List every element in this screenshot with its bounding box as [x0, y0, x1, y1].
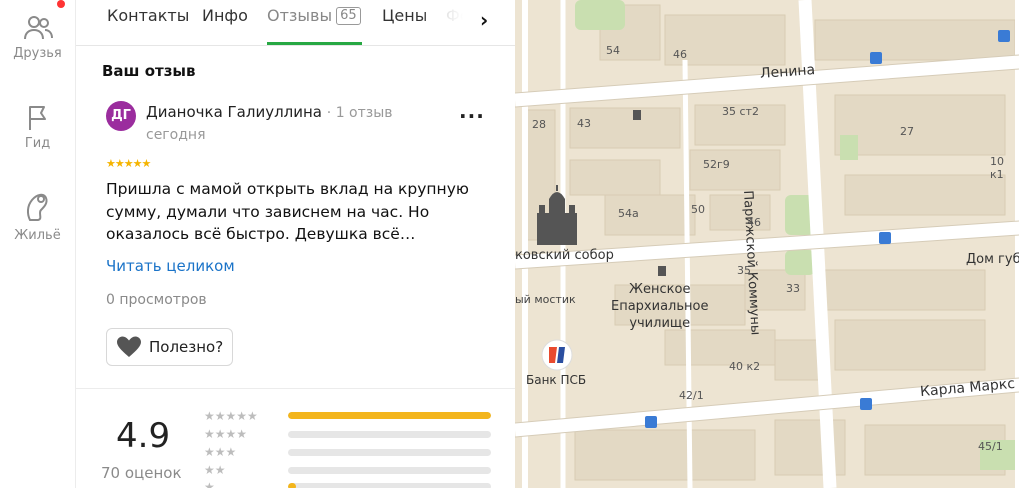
heart-icon	[116, 335, 142, 363]
housing-icon	[0, 190, 75, 224]
map-number: 54а	[618, 207, 639, 220]
divider	[76, 388, 515, 389]
dist-stars-4: ★★★★	[204, 427, 248, 441]
map-number: 42/1	[679, 389, 704, 402]
tab-bar: Контакты Инфо Отзывы65 Цены Фо ›	[76, 0, 515, 46]
notification-dot	[57, 0, 65, 8]
map-label-dom: Дом губ	[966, 252, 1019, 267]
dist-bar	[288, 431, 491, 438]
map-number: 27	[900, 125, 914, 138]
review-stars: ★★★★★	[106, 157, 151, 170]
map-number: 10 к1	[990, 155, 1004, 181]
rail-item-label: Жильё	[14, 228, 61, 243]
rail-item-label: Гид	[24, 136, 51, 151]
map-number: 28	[532, 118, 546, 131]
tab-count-badge: 65	[336, 7, 361, 25]
dist-bar-fill	[288, 412, 491, 419]
dist-bar	[288, 449, 491, 456]
useful-label: Полезно?	[149, 338, 224, 356]
author-review-count: · 1 отзыв	[326, 105, 393, 121]
map-number: 33	[786, 282, 800, 295]
rail-item-guide[interactable]: Гид	[0, 104, 75, 151]
active-tab-underline	[267, 42, 362, 45]
map[interactable]: Ленина Парижской Коммуны Карла Маркс ков…	[515, 0, 1019, 488]
tabs-next-arrow-icon[interactable]: ›	[480, 8, 488, 32]
org-panel: Контакты Инфо Отзывы65 Цены Фо › Ваш отз…	[76, 0, 515, 488]
dist-stars-2: ★★	[204, 463, 226, 477]
dist-stars-3: ★★★	[204, 445, 237, 459]
dist-stars-5: ★★★★★	[204, 409, 258, 423]
dist-bar	[288, 483, 491, 488]
map-number: 46	[747, 216, 761, 229]
rail-item-label: Друзья	[13, 46, 62, 61]
rail-item-housing[interactable]: Жильё	[0, 190, 75, 243]
avatar[interactable]: ДГ	[106, 101, 136, 131]
map-number: 45/1	[978, 440, 1003, 453]
review-text: Пришла с мамой открыть вклад на крупную …	[106, 180, 469, 243]
read-more-link[interactable]: Читать целиком	[106, 257, 235, 275]
dist-stars-1: ★	[204, 480, 215, 488]
tab-info[interactable]: Инфо	[202, 6, 248, 25]
dist-bar	[288, 412, 491, 419]
tab-label: Отзывы	[267, 6, 333, 25]
review-date: сегодня	[146, 127, 206, 143]
map-number: 54	[606, 44, 620, 57]
map-label-school: Женское Епархиальное училище	[611, 282, 709, 331]
author-name[interactable]: Дианочка Галиуллина	[146, 103, 322, 121]
map-label-sobor: ковский собор	[515, 248, 614, 263]
map-label-bank[interactable]: Банк ПСБ	[526, 373, 586, 387]
friends-icon	[0, 14, 75, 42]
rating-count: 70 оценок	[101, 464, 182, 482]
map-label-mostik: ый мостик	[515, 293, 576, 306]
flag-icon	[0, 104, 75, 132]
left-rail: Друзья Гид Жильё	[0, 0, 76, 488]
useful-button[interactable]: Полезно?	[106, 328, 233, 366]
average-rating: 4.9	[116, 416, 171, 456]
more-options-icon[interactable]: ···	[459, 104, 485, 128]
map-number: 52г9	[703, 158, 730, 171]
views-count: 0 просмотров	[106, 292, 207, 308]
dist-bar-fill	[288, 483, 297, 488]
map-number: 35 ст2	[722, 105, 759, 118]
map-number: 50	[691, 203, 705, 216]
section-title: Ваш отзыв	[102, 62, 196, 80]
map-number: 35	[737, 264, 751, 277]
tab-contacts[interactable]: Контакты	[107, 6, 189, 25]
review-author[interactable]: Дианочка Галиуллина · 1 отзыв	[146, 103, 393, 121]
rail-item-friends[interactable]: Друзья	[0, 14, 75, 61]
dist-bar	[288, 467, 491, 474]
tab-reviews[interactable]: Отзывы 65	[267, 6, 361, 25]
map-number: 46	[673, 48, 687, 61]
tab-fade	[421, 0, 481, 44]
map-number: 43	[577, 117, 591, 130]
map-number: 40 к2	[729, 360, 761, 373]
